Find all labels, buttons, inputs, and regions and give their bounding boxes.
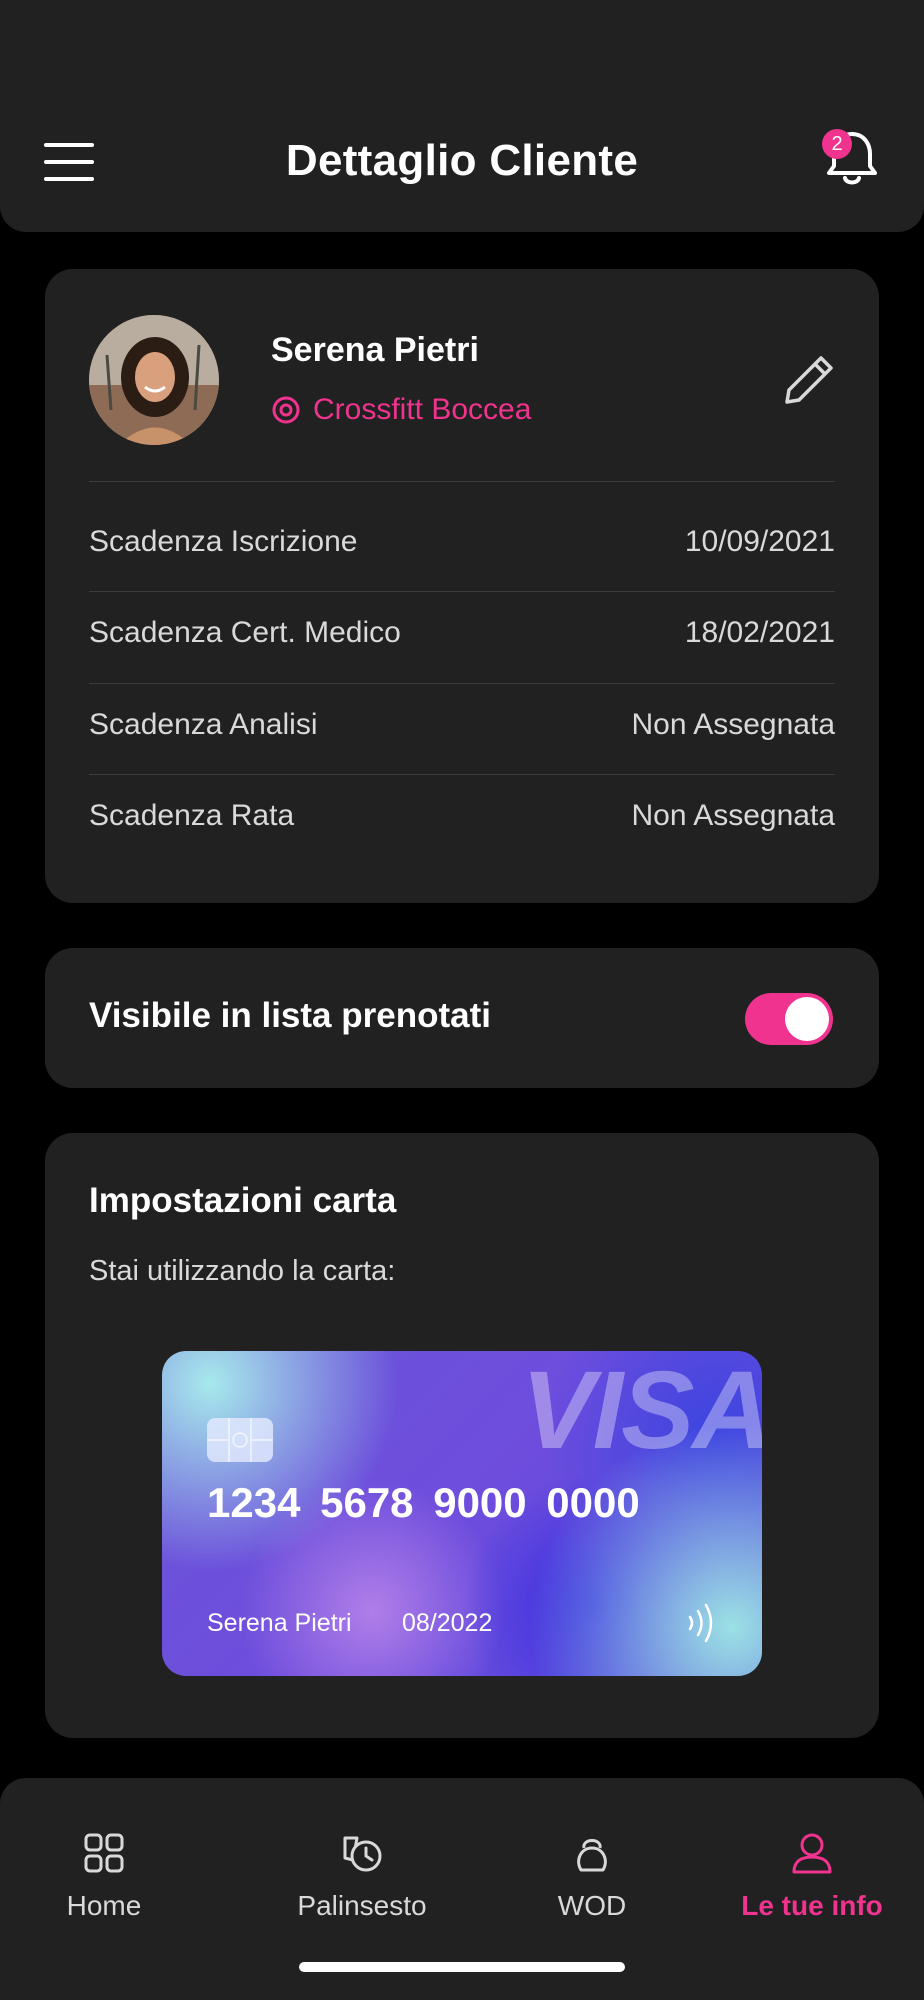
app-header: Dettaglio Cliente 2 (0, 0, 924, 232)
kettlebell-icon (577, 1839, 607, 1872)
profile-card: Serena Pietri Crossfitt Boccea Scadenza … (45, 269, 879, 903)
toggle-knob (785, 997, 829, 1041)
visibility-card: Visibile in lista prenotati (45, 948, 879, 1088)
card-number: 1234 5678 9000 0000 (207, 1479, 640, 1526)
client-name: Serena Pietri (271, 331, 479, 369)
home-indicator (299, 1962, 625, 1972)
avatar (89, 315, 219, 445)
card-settings-title: Impostazioni carta (89, 1181, 397, 1220)
card-chip-icon (207, 1418, 273, 1462)
card-brand-logo: VISA (521, 1351, 762, 1472)
card-holder: Serena Pietri (207, 1609, 352, 1637)
contactless-icon (688, 1603, 713, 1643)
tab-wod[interactable]: WOD (502, 1830, 682, 1922)
credit-card[interactable]: VISA 1234 5678 9000 0000 Serena Pietri 0… (162, 1351, 762, 1676)
tab-label: WOD (557, 1890, 627, 1921)
info-row: Scadenza Cert. Medico 18/02/2021 (89, 604, 835, 664)
info-label: Scadenza Analisi (89, 708, 318, 741)
tab-palinsesto[interactable]: Palinsesto (272, 1830, 452, 1922)
info-label: Scadenza Rata (89, 799, 295, 832)
info-value: Non Assegnata (631, 799, 835, 832)
visibility-toggle[interactable] (745, 993, 833, 1045)
info-row: Scadenza Analisi Non Assegnata (89, 696, 835, 756)
divider (89, 774, 835, 775)
tab-label: Home (66, 1890, 142, 1921)
tab-le-tue-info[interactable]: Le tue info (722, 1830, 902, 1922)
location-target-icon (272, 396, 300, 424)
user-icon (792, 1833, 832, 1874)
info-row: Scadenza Iscrizione 10/09/2021 (89, 513, 835, 573)
info-value: Non Assegnata (631, 708, 835, 741)
schedule-icon (343, 1836, 382, 1872)
divider (89, 481, 835, 482)
divider (89, 591, 835, 592)
grid-icon (84, 1833, 124, 1873)
info-label: Scadenza Cert. Medico (89, 616, 401, 649)
page-title: Dettaglio Cliente (285, 136, 639, 185)
avatar-photo (89, 315, 219, 445)
info-value: 10/09/2021 (684, 525, 835, 558)
card-settings-subtitle: Stai utilizzando la carta: (89, 1255, 396, 1287)
info-value: 18/02/2021 (684, 616, 835, 649)
notification-badge: 2 (822, 129, 852, 159)
info-label: Scadenza Iscrizione (89, 525, 358, 558)
visibility-label: Visibile in lista prenotati (89, 996, 491, 1035)
divider (89, 683, 835, 684)
card-settings-card: Impostazioni carta Stai utilizzando la c… (45, 1133, 879, 1738)
info-row: Scadenza Rata Non Assegnata (89, 787, 835, 847)
tab-label: Le tue info (741, 1890, 883, 1921)
card-expiry: 08/2022 (402, 1609, 493, 1637)
gym-name: Crossfitt Boccea (313, 393, 532, 426)
gym-location: Crossfitt Boccea (271, 393, 531, 427)
tab-label: Palinsesto (297, 1890, 427, 1921)
edit-pencil-icon[interactable] (781, 352, 837, 408)
tab-home[interactable]: Home (14, 1830, 194, 1922)
